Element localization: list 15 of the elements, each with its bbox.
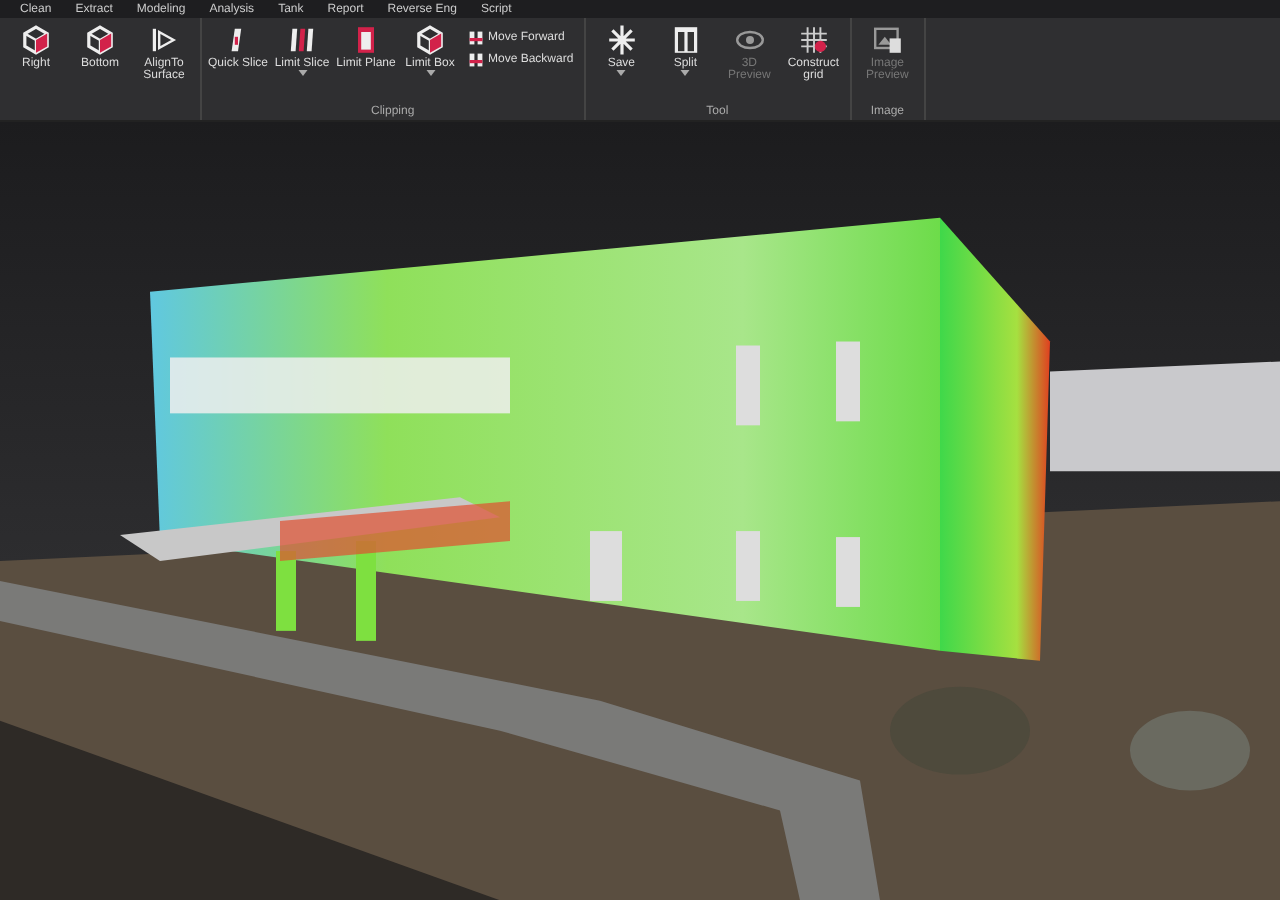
- triangle-plane-icon: [148, 23, 180, 56]
- caret-icon: [680, 70, 691, 77]
- star-icon: [605, 23, 638, 56]
- caret-icon: [616, 70, 627, 77]
- caret-icon: [297, 70, 307, 77]
- cube-icon: [414, 23, 446, 56]
- double-bar-icon: [468, 51, 484, 68]
- cube-icon: [84, 23, 116, 56]
- columns-icon: [669, 23, 702, 56]
- double-bar-icon: [468, 29, 484, 46]
- caret-icon: [425, 70, 435, 77]
- picture-icon: [871, 23, 904, 56]
- slices-icon: [286, 23, 318, 56]
- grid-icon: [797, 23, 830, 56]
- cube-icon: [20, 23, 52, 56]
